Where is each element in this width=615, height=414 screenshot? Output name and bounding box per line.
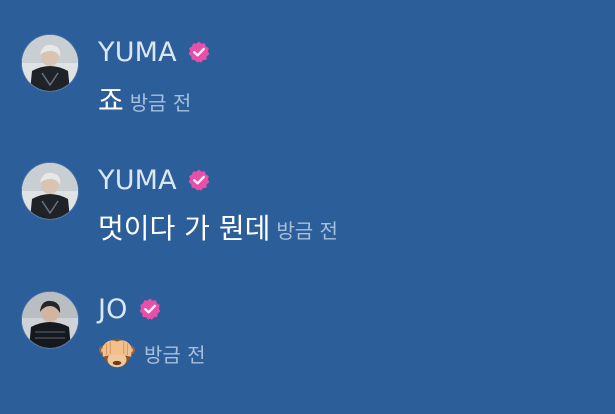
author-row: JO xyxy=(98,292,162,326)
message-time: 방금 전 xyxy=(144,342,206,367)
avatar-image xyxy=(22,292,78,348)
author-name[interactable]: JO xyxy=(98,294,128,325)
message-body: 방금 전 xyxy=(98,334,206,372)
author-name[interactable]: YUMA xyxy=(98,165,177,196)
verified-badge-icon xyxy=(139,298,160,320)
author-name[interactable]: YUMA xyxy=(98,37,177,68)
message-text: 죠 xyxy=(98,84,124,117)
avatar-image xyxy=(22,35,78,91)
avatar[interactable] xyxy=(22,292,78,348)
avatar[interactable] xyxy=(22,163,78,219)
verified-badge-icon xyxy=(188,169,210,191)
avatar-image xyxy=(22,163,78,219)
see-no-evil-monkey-icon xyxy=(98,338,136,368)
message-text: 멋이다 가 뭔데 xyxy=(98,212,271,245)
message-time: 방금 전 xyxy=(276,219,338,243)
verified-badge-icon xyxy=(188,41,210,63)
author-row: YUMA xyxy=(98,163,211,197)
message-body: 죠 방금 전 xyxy=(98,79,191,119)
author-row: YUMA xyxy=(98,35,211,69)
message-time: 방금 전 xyxy=(129,91,192,115)
avatar[interactable] xyxy=(22,35,78,91)
message-body: 멋이다 가 뭔데 방금 전 xyxy=(98,207,338,247)
